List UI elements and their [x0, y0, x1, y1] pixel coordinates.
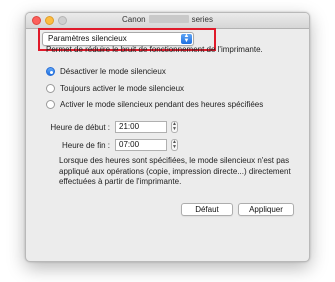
start-time-label: Heure de début :	[50, 123, 110, 132]
window-title: Canon series	[26, 15, 309, 24]
end-time-label: Heure de fin :	[61, 141, 110, 150]
redacted-model-name	[148, 15, 189, 23]
window-title-suffix: series	[191, 15, 213, 24]
radio-button[interactable]	[46, 84, 55, 93]
scheduled-mode-note: Lorsque des heures sont spécifiées, le m…	[59, 156, 291, 186]
start-time-stepper[interactable]: ▲ ▼	[171, 121, 178, 133]
start-time-field[interactable]: 21:00	[115, 121, 167, 133]
title-bar: Canon series	[26, 13, 309, 29]
end-time-field[interactable]: 07:00	[115, 139, 167, 151]
radio-label: Activer le mode silencieux pendant des h…	[60, 100, 264, 109]
radio-disable-quiet-mode[interactable]: Désactiver le mode silencieux	[46, 66, 166, 77]
apply-button[interactable]: Appliquer	[238, 203, 294, 216]
window-title-prefix: Canon	[122, 15, 146, 24]
popup-chevron-updown-icon: ▲ ▼	[181, 33, 192, 44]
radio-scheduled-quiet-mode[interactable]: Activer le mode silencieux pendant des h…	[46, 99, 263, 110]
settings-category-popup[interactable]: Paramètres silencieux ▲ ▼	[42, 32, 194, 46]
end-time-stepper[interactable]: ▲ ▼	[171, 139, 178, 151]
radio-button[interactable]	[46, 100, 55, 109]
description-text: Permet de réduire le bruit de fonctionne…	[46, 45, 263, 54]
radio-label: Désactiver le mode silencieux	[60, 67, 166, 76]
radio-label: Toujours activer le mode silencieux	[60, 84, 185, 93]
popup-selected-label: Paramètres silencieux	[48, 34, 127, 43]
default-button[interactable]: Défaut	[181, 203, 233, 216]
radio-always-quiet-mode[interactable]: Toujours activer le mode silencieux	[46, 83, 184, 94]
printer-settings-window: Canon series Paramètres silencieux ▲ ▼ Per…	[25, 12, 310, 262]
radio-button[interactable]	[46, 67, 55, 76]
